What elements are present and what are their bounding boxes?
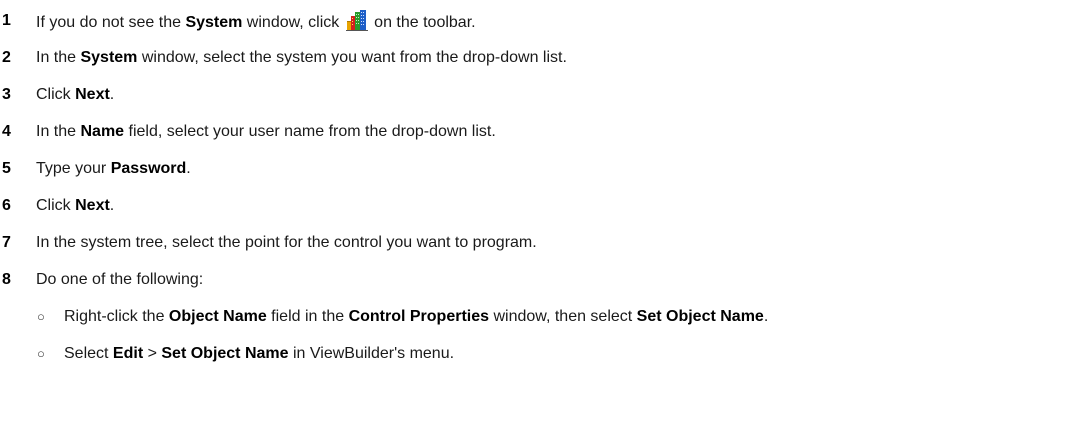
step-text: In the Name field, select your user name…	[36, 123, 496, 140]
step-number: 2	[2, 49, 11, 66]
step-number: 5	[2, 160, 11, 177]
step-text: Type your Password.	[36, 160, 191, 177]
bullet-icon: ○	[37, 309, 45, 324]
step-number: 3	[2, 86, 11, 103]
sub-item-text: Select Edit > Set Object Name in ViewBui…	[64, 345, 455, 362]
step-text: Click Next.	[36, 197, 115, 214]
step-text: In the System window, select the system …	[36, 49, 567, 66]
step-number: 7	[2, 234, 11, 251]
step-text: If you do not see the System window, cli…	[36, 9, 476, 35]
system-window-label: System	[185, 14, 243, 31]
bullet-icon: ○	[37, 346, 45, 361]
step-number: 4	[2, 123, 11, 140]
step-number: 6	[2, 197, 11, 214]
step-text: Do one of the following:	[36, 271, 204, 288]
step-number: 8	[2, 271, 11, 288]
system-toolbar-icon	[345, 10, 368, 31]
step-text: In the system tree, select the point for…	[36, 234, 537, 251]
step-number: 1	[2, 12, 11, 29]
step-text: Click Next.	[36, 86, 115, 103]
sub-item-text: Right-click the Object Name field in the…	[64, 308, 769, 325]
